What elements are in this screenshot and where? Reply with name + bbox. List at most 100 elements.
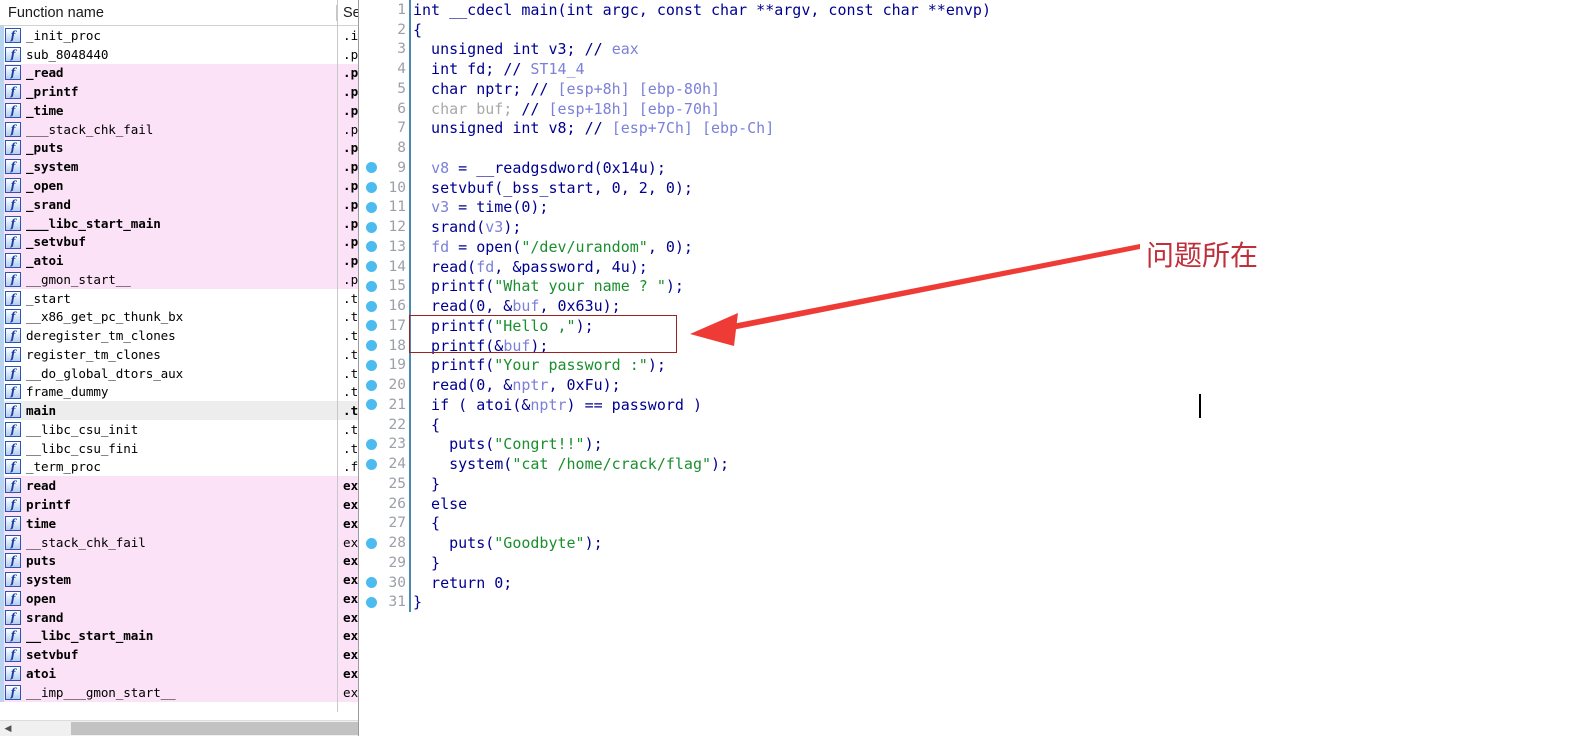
function-name-cell: frame_dummy (26, 384, 109, 400)
function-list-item[interactable]: f _setvbuf .p (0, 232, 358, 252)
breakpoint-dot-icon[interactable] (360, 340, 382, 352)
function-list-item[interactable]: f main .t (0, 401, 358, 421)
functions-horizontal-scrollbar[interactable]: ◀ ▶ (0, 720, 358, 736)
code-line[interactable]: 18 printf(&buf); (360, 335, 1589, 356)
function-list-item[interactable]: f system ex (0, 570, 358, 589)
code-line[interactable]: 10 setvbuf(_bss_start, 0, 2, 0); (360, 177, 1589, 198)
breakpoint-dot-icon[interactable] (360, 300, 382, 312)
pseudocode-window[interactable]: 1 int __cdecl main(int argc, const char *… (360, 0, 1589, 736)
code-line[interactable]: 16 read(0, &buf, 0x63u); (360, 296, 1589, 316)
code-line[interactable]: 9 v8 = __readgsdword(0x14u); (360, 158, 1589, 178)
code-line[interactable]: 21 if ( atoi(&nptr) == password ) (360, 395, 1589, 415)
code-line[interactable]: 19 printf("Your password :"); (360, 355, 1589, 376)
function-list-item[interactable]: f _atoi .p (0, 251, 358, 270)
code-line[interactable]: 12 srand(v3); (360, 217, 1589, 237)
scrollbar-track[interactable] (16, 721, 358, 736)
breakpoint-dot-icon[interactable] (360, 201, 382, 213)
functions-list[interactable]: f _init_proc .in f sub_8048440 .pl f _read .p f _p… (0, 26, 359, 712)
function-list-item[interactable]: f _open .p (0, 176, 358, 195)
function-list-item[interactable]: f _time .p (0, 101, 358, 120)
code-line[interactable]: 6 char buf; // [esp+18h] [ebp-70h] (360, 98, 1589, 119)
code-line[interactable]: 29 } (360, 553, 1589, 573)
function-segment-cell: .p (343, 65, 359, 81)
code-line[interactable]: 20 read(0, &nptr, 0xFu); (360, 375, 1589, 395)
breakpoint-dot-icon[interactable] (360, 458, 382, 470)
function-list-item[interactable]: f _printf .p (0, 82, 358, 102)
function-list-item[interactable]: f open ex (0, 588, 358, 608)
code-line[interactable]: 7 unsigned int v8; // [esp+7Ch] [ebp-Ch] (360, 118, 1589, 139)
code-line[interactable]: 28 puts("Goodbyte"); (360, 533, 1589, 553)
function-list-item[interactable]: f _system .p (0, 157, 358, 177)
function-list-item[interactable]: f register_tm_clones .te (0, 345, 358, 364)
breakpoint-dot-icon[interactable] (360, 261, 382, 273)
breakpoint-dot-icon[interactable] (360, 241, 382, 253)
function-list-item[interactable]: f ___stack_chk_fail .pl (0, 119, 358, 139)
code-line[interactable]: 27 { (360, 513, 1589, 534)
function-list-item[interactable]: f srand ex (0, 607, 358, 627)
breakpoint-dot-icon[interactable] (360, 280, 382, 292)
function-list-item[interactable]: f __gmon_start__ .pl (0, 269, 358, 289)
code-line[interactable]: 4 int fd; // ST14_4 (360, 59, 1589, 79)
function-list-item[interactable]: f __libc_start_main ex (0, 626, 358, 646)
function-list-item[interactable]: f time ex (0, 513, 358, 533)
column-header-segment[interactable]: Se (336, 4, 358, 21)
code-line[interactable]: 25 } (360, 474, 1589, 494)
breakpoint-dot-icon[interactable] (360, 359, 382, 371)
function-list-item[interactable]: f puts ex (0, 551, 358, 571)
function-list-item[interactable]: f sub_8048440 .pl (0, 44, 358, 64)
breakpoint-dot-icon[interactable] (360, 399, 382, 411)
column-header-function-name[interactable]: Function name (0, 5, 336, 21)
breakpoint-dot-icon[interactable] (360, 162, 382, 174)
function-list-item[interactable]: f __stack_chk_fail ext (0, 532, 358, 552)
function-list-item[interactable]: f _term_proc .fi (0, 457, 358, 477)
column-divider[interactable] (337, 0, 338, 712)
breakpoint-dot-icon[interactable] (360, 182, 382, 194)
code-line[interactable]: 31} (360, 592, 1589, 613)
breakpoint-dot-icon[interactable] (360, 577, 382, 589)
code-line[interactable]: 17 printf("Hello ,"); (360, 316, 1589, 336)
function-list-item[interactable]: f __do_global_dtors_aux .te (0, 363, 358, 383)
function-list-item[interactable]: f _srand .p (0, 194, 358, 214)
breakpoint-dot-icon[interactable] (360, 596, 382, 608)
function-list-item[interactable]: f read ex (0, 476, 358, 496)
function-list-item[interactable]: f setvbuf ex (0, 645, 358, 665)
function-list-item[interactable]: f ___libc_start_main .p (0, 213, 358, 233)
function-list-item[interactable]: f __libc_csu_fini .te (0, 438, 358, 458)
function-list-item[interactable]: f deregister_tm_clones .te (0, 326, 358, 346)
function-list-item[interactable]: f __x86_get_pc_thunk_bx .te (0, 307, 358, 327)
breakpoint-dot-icon[interactable] (360, 320, 382, 332)
code-line[interactable]: 3 unsigned int v3; // eax (360, 39, 1589, 60)
scroll-left-arrow-icon[interactable]: ◀ (0, 721, 16, 736)
function-list-item[interactable]: f __imp___gmon_start__ ext (0, 682, 358, 702)
breakpoint-dot-icon[interactable] (360, 438, 382, 450)
function-list-item[interactable]: f _init_proc .in (0, 26, 358, 45)
code-line[interactable]: 15 printf("What your name ? "); (360, 276, 1589, 297)
line-number: 23 (388, 436, 406, 453)
function-list-item[interactable]: f _read .p (0, 63, 359, 83)
function-list-item[interactable]: f __libc_csu_init .te (0, 420, 358, 439)
code-line[interactable]: 23 puts("Congrt!!"); (360, 434, 1589, 455)
breakpoint-dot-icon[interactable] (360, 379, 382, 391)
code-line[interactable]: 11 v3 = time(0); (360, 197, 1589, 218)
code-line[interactable]: 22 { (360, 414, 1589, 435)
function-list-item[interactable]: f _start .te (0, 288, 358, 308)
function-name-cell: ___libc_start_main (26, 215, 161, 231)
code-line[interactable]: 1 int __cdecl main(int argc, const char *… (360, 0, 1589, 20)
breakpoint-dot-icon[interactable] (360, 537, 382, 549)
function-list-item[interactable]: f _puts .p (0, 138, 358, 158)
pseudocode-lines[interactable]: 1 int __cdecl main(int argc, const char *… (360, 0, 1589, 613)
code-line[interactable]: 2{ (360, 19, 1589, 40)
code-line[interactable]: 24 system("cat /home/crack/flag"); (360, 454, 1589, 474)
function-list-item[interactable]: f frame_dummy .te (0, 382, 358, 402)
code-line[interactable]: 13 fd = open("/dev/urandom", 0); (360, 237, 1589, 257)
code-line[interactable]: 8 (360, 138, 1589, 158)
code-line[interactable]: 5 char nptr; // [esp+8h] [ebp-80h] (360, 79, 1589, 99)
breakpoint-dot-icon[interactable] (360, 221, 382, 233)
function-list-item[interactable]: f printf ex (0, 495, 358, 514)
code-line[interactable]: 30 return 0; (360, 572, 1589, 593)
scrollbar-thumb[interactable] (71, 722, 358, 735)
code-line[interactable]: 26 else (360, 493, 1589, 514)
code-line[interactable]: 14 read(fd, &password, 4u); (360, 256, 1589, 277)
function-list-item[interactable]: f atoi ex (0, 664, 358, 683)
row-gutter (0, 495, 4, 514)
